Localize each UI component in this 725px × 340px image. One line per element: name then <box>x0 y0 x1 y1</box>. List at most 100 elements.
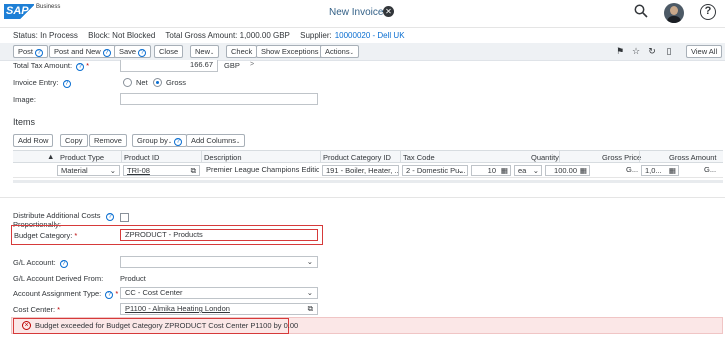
horizontal-scrollbar[interactable] <box>13 180 723 183</box>
new-button[interactable]: New⌄ <box>190 45 220 58</box>
shell-bar: SAP Business New Invoice ✕ ? <box>0 0 725 28</box>
flag-icon[interactable]: ⚑ <box>615 46 625 56</box>
required-asterisk: * <box>115 289 119 298</box>
help-icon[interactable]: ? <box>700 4 716 20</box>
help-icon[interactable]: ? <box>102 49 111 57</box>
add-row-button[interactable]: Add Row <box>13 134 54 147</box>
help-icon[interactable]: ? <box>62 80 71 88</box>
remove-button[interactable]: Remove <box>89 134 127 147</box>
invoice-entry-label: Invoice Entry: ? <box>13 78 71 88</box>
error-icon: × <box>22 321 31 330</box>
gross-radio[interactable] <box>153 78 162 87</box>
items-table-header: ▲ Product Type Product ID Description Pr… <box>13 150 723 163</box>
help-icon[interactable]: ? <box>105 291 114 299</box>
refresh-icon[interactable]: ↻ <box>647 46 657 56</box>
save-button[interactable]: Save? <box>114 45 152 58</box>
help-icon[interactable]: ? <box>138 49 147 57</box>
post-label: Post <box>18 47 34 56</box>
toolbar: Post? Post and New? Save? Close New⌄ Che… <box>0 43 725 61</box>
product-id-value: TRI-08 <box>127 166 150 175</box>
add-columns-label: Add Columns <box>191 136 237 145</box>
calculator-icon[interactable]: ▦ <box>669 166 676 175</box>
chevron-down-icon: ⌄ <box>306 288 313 297</box>
search-icon[interactable] <box>634 4 648 18</box>
required-asterisk: * <box>86 61 90 70</box>
budget-category-label: Budget Category: * <box>14 231 77 240</box>
star-icon[interactable]: ☆ <box>631 46 641 56</box>
col-product-id[interactable]: Product ID <box>124 153 159 162</box>
value-help-icon[interactable]: ⧉ <box>308 304 313 314</box>
col-product-category[interactable]: Product Category ID <box>323 153 391 162</box>
tax-code-value: 2 - Domestic Pu... <box>406 166 466 175</box>
chevron-right-icon[interactable]: > <box>250 61 254 68</box>
help-icon[interactable]: ? <box>106 213 114 221</box>
post-and-new-button[interactable]: Post and New? <box>49 45 116 58</box>
net-radio[interactable] <box>123 78 132 87</box>
section-divider <box>0 197 725 198</box>
check-button[interactable]: Check <box>226 45 258 58</box>
close-button[interactable]: Close <box>154 45 184 58</box>
gross-amount-input[interactable]: 1,0... ▦ <box>641 165 679 176</box>
required-asterisk: * <box>74 231 78 240</box>
help-icon[interactable]: ? <box>174 138 183 146</box>
budget-category-label-text: Budget Category: <box>14 231 73 240</box>
gl-derived-value: Product <box>120 274 146 283</box>
col-description[interactable]: Description <box>204 153 242 162</box>
logo-subtitle: Business <box>36 4 61 10</box>
cost-center-input[interactable]: P1100 - Almika Heating London ⧉ <box>120 303 318 315</box>
total-tax-input[interactable]: 166.67 <box>120 60 218 72</box>
group-by-label: Group by <box>137 136 168 145</box>
gross-price-currency: G... <box>626 165 639 174</box>
post-and-new-label: Post and New <box>54 47 101 56</box>
actions-label: Actions <box>325 47 350 56</box>
bookmark-icon[interactable]: ▯ <box>664 46 674 56</box>
status-text: Status: In Process <box>13 31 78 40</box>
table-row[interactable]: Material ⌄ TRI-08 ⧉ Premier League Champio… <box>13 163 723 178</box>
logo-text: SAP <box>6 5 29 17</box>
help-icon[interactable]: ? <box>35 49 44 57</box>
budget-category-input[interactable]: ZPRODUCT - Products <box>120 229 318 241</box>
group-by-button[interactable]: Group by⌄? <box>132 134 188 147</box>
help-icon[interactable]: ? <box>76 63 85 71</box>
post-button[interactable]: Post? <box>13 45 49 58</box>
cost-center-label-text: Cost Center: <box>13 305 56 314</box>
product-type-value: Material <box>61 166 88 175</box>
actions-button[interactable]: Actions⌄ <box>320 45 359 58</box>
show-exceptions-button[interactable]: Show Exceptions <box>256 45 324 58</box>
unit-select[interactable]: ea ⌄ <box>514 165 542 176</box>
distribute-costs-checkbox[interactable] <box>120 213 129 222</box>
net-label: Net <box>136 78 148 87</box>
add-columns-button[interactable]: Add Columns⌄ <box>186 134 246 147</box>
copy-button[interactable]: Copy <box>60 134 88 147</box>
product-type-select[interactable]: Material ⌄ <box>57 165 120 176</box>
unit-value: ea <box>518 166 527 175</box>
col-quantity[interactable]: Quantity <box>531 153 559 162</box>
tax-currency: GBP <box>224 61 240 70</box>
assignment-type-select[interactable]: CC - Cost Center ⌄ <box>120 287 318 299</box>
col-gross-amount[interactable]: Gross Amount <box>669 153 717 162</box>
calculator-icon[interactable]: ▦ <box>580 166 587 175</box>
col-product-type[interactable]: Product Type <box>60 153 104 162</box>
gl-account-select[interactable]: ⌄ <box>120 256 318 268</box>
avatar[interactable] <box>664 3 684 23</box>
tax-code-select[interactable]: 2 - Domestic Pu... ⌄ <box>402 165 468 176</box>
close-icon[interactable]: ✕ <box>383 6 394 17</box>
view-all-button[interactable]: View All <box>686 45 723 58</box>
header-status: Status: In Process Block: Not Blocked To… <box>0 29 725 43</box>
supplier-link[interactable]: 10000020 - Dell UK <box>335 31 405 40</box>
col-tax-code[interactable]: Tax Code <box>403 153 435 162</box>
calculator-icon[interactable]: ▦ <box>501 166 508 175</box>
help-icon[interactable]: ? <box>59 260 68 268</box>
image-label: Image: <box>13 95 36 104</box>
col-gross-price[interactable]: Gross Price <box>602 153 641 162</box>
quantity-input[interactable]: 10 ▦ <box>471 165 511 176</box>
sort-up-icon[interactable]: ▲ <box>47 152 54 161</box>
error-message-text[interactable]: Budget exceeded for Budget Category ZPRO… <box>35 321 298 330</box>
gross-price-input[interactable]: 100.00 ▦ <box>545 165 590 176</box>
value-help-icon[interactable]: ⧉ <box>191 166 196 175</box>
gl-account-label: G/L Account: ? <box>13 258 68 268</box>
category-input[interactable]: 191 - Boiler, Heater, ... <box>322 165 399 176</box>
sap-logo[interactable]: SAP <box>4 4 34 19</box>
image-input[interactable] <box>120 93 318 105</box>
product-id-input[interactable]: TRI-08 ⧉ <box>123 165 200 176</box>
